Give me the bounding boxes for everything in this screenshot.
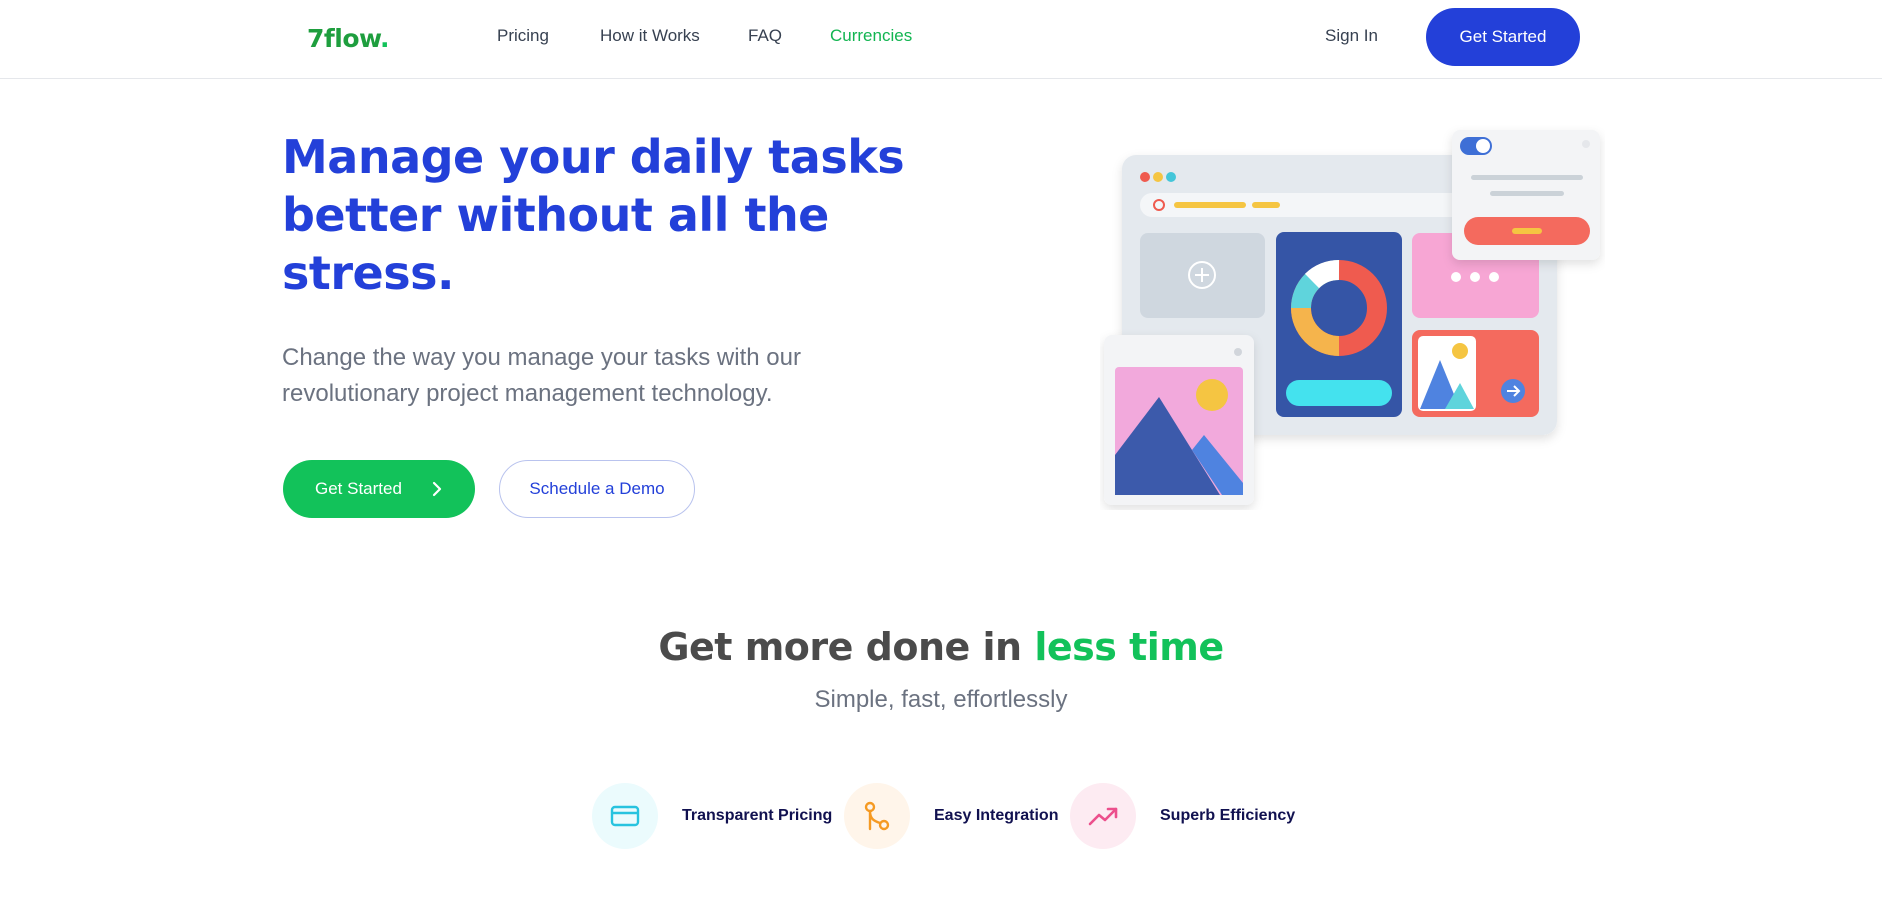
nav-link-how-it-works[interactable]: How it Works — [600, 26, 700, 46]
nav-link-faq[interactable]: FAQ — [748, 26, 782, 46]
nav-get-started-button[interactable]: Get Started — [1426, 8, 1580, 66]
git-merge-icon — [844, 783, 910, 849]
section-title-main: Get more done in — [658, 625, 1035, 669]
logo-dot: . — [380, 24, 390, 53]
get-started-button[interactable]: Get Started — [283, 460, 475, 518]
logo-text: 7flow — [307, 24, 381, 53]
sign-in-link[interactable]: Sign In — [1325, 26, 1378, 46]
nav-link-pricing[interactable]: Pricing — [497, 26, 549, 46]
hero-title: Manage your daily tasks better without a… — [282, 130, 905, 300]
feature-transparent-pricing: Transparent Pricing — [592, 783, 832, 849]
chevron-right-icon — [432, 481, 442, 497]
top-navbar: 7flow. Pricing How it Works FAQ Currenci… — [0, 0, 1882, 79]
schedule-demo-button[interactable]: Schedule a Demo — [499, 460, 695, 518]
feature-superb-efficiency: Superb Efficiency — [1070, 783, 1295, 849]
feature-label: Transparent Pricing — [682, 807, 833, 824]
section-title-accent: less time — [1034, 625, 1224, 669]
credit-card-icon — [592, 783, 658, 849]
section-subtitle: Simple, fast, effortlessly — [814, 686, 1068, 713]
logo[interactable]: 7flow. — [307, 24, 390, 53]
feature-easy-integration: Easy Integration — [844, 783, 1058, 849]
hero-subtitle: Change the way you manage your tasks wit… — [282, 344, 801, 407]
feature-label: Superb Efficiency — [1160, 807, 1296, 824]
get-started-label: Get Started — [315, 479, 402, 498]
nav-link-currencies[interactable]: Currencies — [830, 26, 912, 46]
hero-illustration — [1104, 130, 1600, 505]
feature-label: Easy Integration — [934, 807, 1059, 824]
section-title: Get more done in less time — [0, 625, 1882, 669]
trending-up-icon — [1070, 783, 1136, 849]
